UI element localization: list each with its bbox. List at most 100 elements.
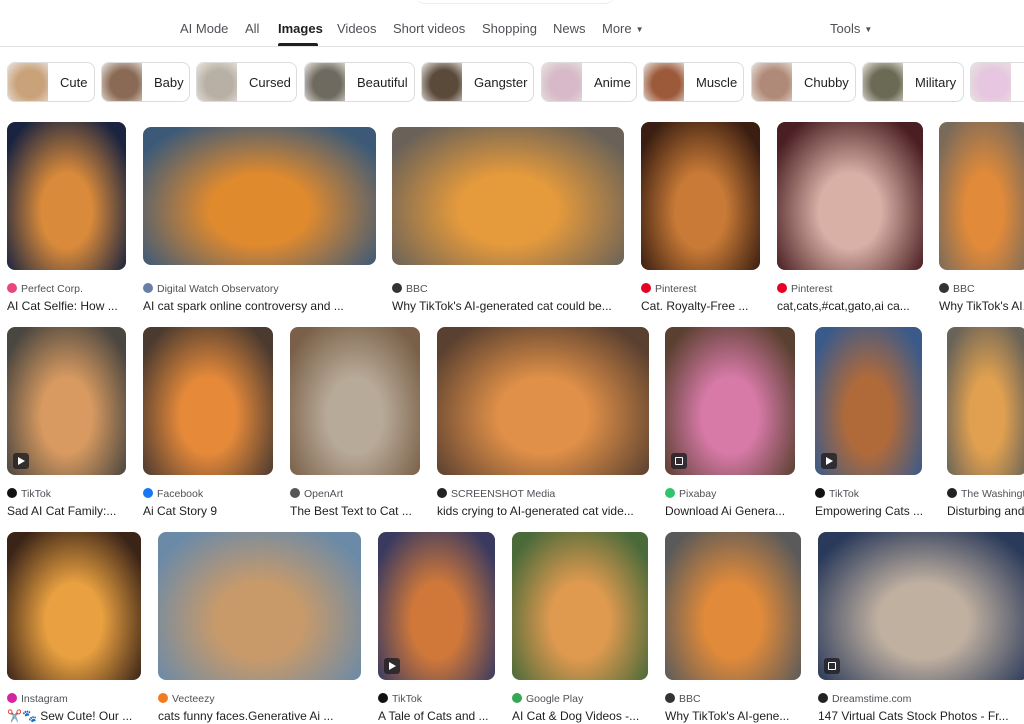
result-source[interactable]: Pinterest [641,283,790,295]
result-source[interactable]: TikTok [378,693,525,705]
result-title[interactable]: The Best Text to Cat ... [290,504,440,518]
result-thumbnail[interactable] [437,327,649,475]
tab-news[interactable]: News [553,21,586,36]
result-title[interactable]: AI Cat & Dog Videos -... [512,709,668,723]
source-favicon-icon [290,488,300,498]
result-source[interactable]: Google Play [512,693,678,705]
result-source-name: Perfect Corp. [21,283,83,295]
source-favicon-icon [777,283,787,293]
result-title[interactable]: Download Ai Genera... [665,504,815,518]
source-favicon-icon [7,488,17,498]
source-favicon-icon [939,283,949,293]
result-source-name: TikTok [829,488,859,500]
tab-videos[interactable]: Videos [337,21,377,36]
chip-1[interactable]: Baby [101,62,190,102]
result-title[interactable]: AI Cat Selfie: How ... [7,299,146,313]
result-source[interactable]: BBC [939,283,1024,295]
source-favicon-icon [665,693,675,703]
source-favicon-icon [641,283,651,293]
result-thumbnail[interactable] [947,327,1024,475]
result-title[interactable]: Why TikTok's AI... [939,299,1024,313]
tab-short-videos[interactable]: Short videos [393,21,465,36]
result-title[interactable]: Why TikTok's AI-gene... [665,709,821,723]
tab-more-label: More [602,21,632,36]
chip-6[interactable]: Muscle [643,62,744,102]
result-source[interactable]: Dreamstime.com [818,693,1024,705]
search-nav-bar: AI Mode All Images Videos Short videos S… [0,0,1024,47]
result-source[interactable]: SCREENSHOT Media [437,488,679,500]
result-thumbnail[interactable] [939,122,1024,270]
tools-button[interactable]: Tools ▼ [830,21,872,36]
tab-ai-mode[interactable]: AI Mode [180,21,228,36]
source-favicon-icon [392,283,402,293]
result-thumbnail[interactable] [815,327,922,475]
result-title[interactable]: Ai Cat Story 9 [143,504,293,518]
result-thumbnail[interactable] [290,327,420,475]
source-favicon-icon [143,488,153,498]
result-source[interactable]: Pixabay [665,488,825,500]
result-thumbnail[interactable] [158,532,361,680]
result-thumbnail[interactable] [512,532,648,680]
result-source[interactable]: BBC [665,693,831,705]
result-source[interactable]: Instagram [7,693,171,705]
result-thumbnail[interactable] [641,122,760,270]
active-tab-indicator [278,43,318,46]
result-source-name: SCREENSHOT Media [451,488,556,500]
result-title[interactable]: Cat. Royalty-Free ... [641,299,780,313]
result-thumbnail[interactable] [7,532,141,680]
tab-all[interactable]: All [245,21,259,36]
chip-2[interactable]: Cursed [196,62,297,102]
result-source-name: Dreamstime.com [832,693,912,705]
tab-more[interactable]: More ▼ [602,21,644,36]
result-thumbnail[interactable] [7,122,126,270]
result-title[interactable]: A Tale of Cats and ... [378,709,515,723]
result-title[interactable]: Empowering Cats ... [815,504,942,518]
chip-4[interactable]: Gangster [421,62,534,102]
result-thumbnail[interactable] [818,532,1024,680]
tab-images[interactable]: Images [278,21,323,36]
result-title[interactable]: cat,cats,#cat,gato,ai ca... [777,299,943,313]
result-title[interactable]: ✂️🐾 Sew Cute! Our ... [7,709,161,723]
result-source[interactable]: Facebook [143,488,303,500]
chip-3[interactable]: Beautiful [304,62,415,102]
result-source[interactable]: Pinterest [777,283,953,295]
result-thumbnail[interactable] [378,532,495,680]
source-favicon-icon [378,693,388,703]
image-stack-icon [824,658,840,674]
result-source[interactable]: TikTok [815,488,952,500]
source-favicon-icon [143,283,153,293]
result-thumbnail[interactable] [665,327,795,475]
result-thumbnail[interactable] [777,122,923,270]
result-source[interactable]: OpenArt [290,488,450,500]
result-thumbnail[interactable] [7,327,126,475]
result-title[interactable]: cats funny faces.Generative Ai ... [158,709,381,723]
chip-5[interactable]: Anime [541,62,637,102]
result-source[interactable]: Perfect Corp. [7,283,156,295]
result-source[interactable]: The Washington Post [947,488,1024,500]
result-title[interactable]: kids crying to AI-generated cat vide... [437,504,669,518]
result-thumbnail[interactable] [392,127,624,265]
chip-8[interactable]: Military [862,62,964,102]
source-favicon-icon [158,693,168,703]
result-source[interactable]: BBC [392,283,654,295]
tab-shopping[interactable]: Shopping [482,21,537,36]
source-favicon-icon [947,488,957,498]
result-source[interactable]: Vecteezy [158,693,391,705]
result-thumbnail[interactable] [665,532,801,680]
result-title[interactable]: Sad AI Cat Family:... [7,504,146,518]
chip-label: Cute [60,75,88,90]
result-source[interactable]: Digital Watch Observatory [143,283,406,295]
result-source-name: Digital Watch Observatory [157,283,279,295]
result-source[interactable]: TikTok [7,488,156,500]
result-source-name: Vecteezy [172,693,215,705]
result-title[interactable]: Why TikTok's AI-generated cat could be..… [392,299,644,313]
chip-0[interactable]: Cute [7,62,95,102]
result-title[interactable]: AI cat spark online controversy and ... [143,299,396,313]
chip-9[interactable]: K [970,62,1024,102]
result-title[interactable]: 147 Virtual Cats Stock Photos - Fr... [818,709,1024,723]
result-source-name: The Washington Post [961,488,1024,500]
result-thumbnail[interactable] [143,327,273,475]
chip-7[interactable]: Chubby [751,62,856,102]
result-thumbnail[interactable] [143,127,376,265]
result-title[interactable]: Disturbing and ... [947,504,1024,518]
